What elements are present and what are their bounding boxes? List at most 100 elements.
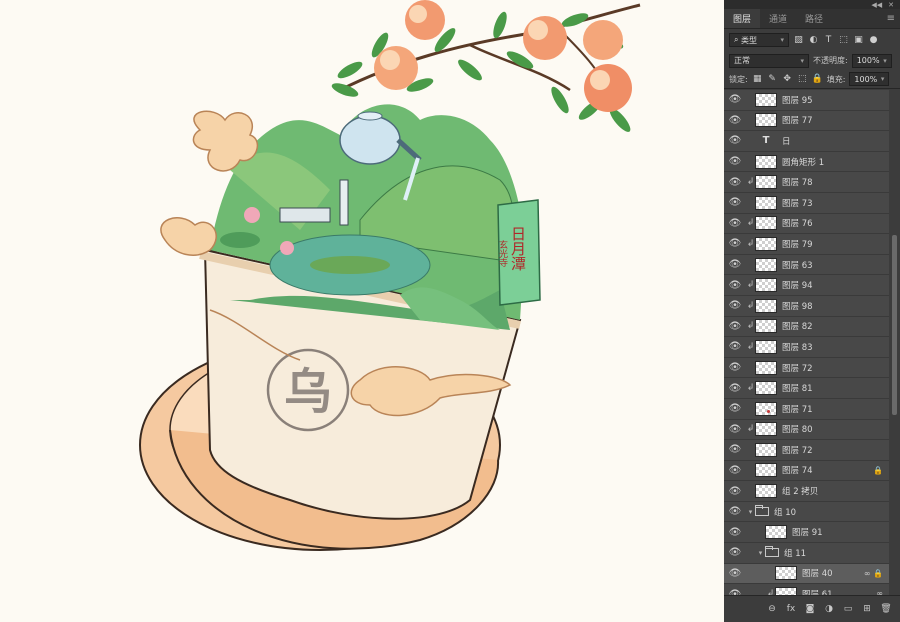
visibility-eye-icon[interactable]: 👁 [724, 403, 746, 414]
filter-smart-icon[interactable]: ▣ [853, 35, 864, 46]
layer-row[interactable]: 👁 ↲ 图层 79 [724, 234, 889, 255]
layer-name[interactable]: 图层 74 [782, 464, 813, 476]
layer-row[interactable]: 👁 ▾ 组 11 [724, 543, 889, 564]
layer-row[interactable]: 👁 ▾ 组 10 [724, 502, 889, 523]
group-expand-icon[interactable]: ▾ [756, 549, 765, 557]
filter-shape-icon[interactable]: ⬚ [838, 35, 849, 46]
lock-paint-icon[interactable]: ✎ [767, 74, 778, 85]
visibility-eye-icon[interactable]: 👁 [724, 321, 746, 332]
layer-row[interactable]: 👁 图层 73 [724, 193, 889, 214]
visibility-eye-icon[interactable]: 👁 [724, 444, 746, 455]
layer-name[interactable]: 图层 94 [782, 279, 813, 291]
layer-name[interactable]: 图层 95 [782, 94, 813, 106]
layer-name[interactable]: 日 [782, 135, 791, 147]
visibility-eye-icon[interactable]: 👁 [724, 115, 746, 126]
visibility-eye-icon[interactable]: 👁 [724, 527, 746, 538]
layer-row[interactable]: 👁 ↲ 图层 78 [724, 172, 889, 193]
layer-row[interactable]: 👁 图层 71 [724, 399, 889, 420]
new-group-icon[interactable]: ▭ [842, 604, 854, 614]
layer-name[interactable]: 圆角矩形 1 [782, 156, 824, 168]
layer-name[interactable]: 组 10 [774, 506, 796, 518]
layer-row[interactable]: 👁 组 2 拷贝 [724, 481, 889, 502]
fx-icon[interactable]: fx [785, 604, 797, 614]
layer-row[interactable]: 👁 图层 74 🔒 [724, 461, 889, 482]
tab-0[interactable]: 图层 [724, 9, 761, 28]
layer-scrollbar[interactable] [889, 90, 900, 595]
layer-name[interactable]: 图层 78 [782, 176, 813, 188]
visibility-eye-icon[interactable]: 👁 [724, 486, 746, 497]
layer-name[interactable]: 图层 73 [782, 197, 813, 209]
layer-name[interactable]: 图层 79 [782, 238, 813, 250]
layer-row[interactable]: 👁 图层 72 [724, 440, 889, 461]
layer-name[interactable]: 图层 61 [802, 588, 833, 595]
visibility-eye-icon[interactable]: 👁 [724, 568, 746, 579]
close-panel-icon[interactable]: ✕ [888, 1, 894, 9]
artwork-canvas[interactable]: 乌 日月潭 玄光寺 [0, 0, 724, 622]
filter-text-icon[interactable]: T [823, 35, 834, 46]
visibility-eye-icon[interactable]: 👁 [724, 177, 746, 188]
layer-name[interactable]: 图层 63 [782, 259, 813, 271]
layer-row[interactable]: 👁 T 日 [724, 131, 889, 152]
layer-row[interactable]: 👁 图层 91 [724, 522, 889, 544]
visibility-eye-icon[interactable]: 👁 [724, 238, 746, 249]
layer-name[interactable]: 图层 77 [782, 114, 813, 126]
lock-all-icon[interactable]: 🔒 [812, 74, 823, 85]
layer-row[interactable]: 👁 图层 77 [724, 111, 889, 132]
layer-name[interactable]: 图层 76 [782, 217, 813, 229]
layer-row[interactable]: 👁 图层 72 [724, 358, 889, 379]
layer-name[interactable]: 图层 72 [782, 362, 813, 374]
visibility-eye-icon[interactable]: 👁 [724, 383, 746, 394]
filter-toggle-icon[interactable]: ● [868, 35, 879, 46]
layer-name[interactable]: 组 2 拷贝 [782, 485, 818, 497]
layer-row[interactable]: 👁 ↲ 图层 82 [724, 317, 889, 338]
opacity-input[interactable]: 100% ▾ [851, 53, 892, 68]
layer-row[interactable]: 👁 ↲ 图层 94 [724, 275, 889, 296]
lock-artboard-icon[interactable]: ⬚ [797, 74, 808, 85]
new-layer-icon[interactable]: ⊞ [861, 604, 873, 614]
layer-row[interactable]: 👁 图层 63 [724, 255, 889, 276]
layer-name[interactable]: 图层 71 [782, 403, 813, 415]
add-mask-icon[interactable]: ◙ [804, 604, 816, 614]
visibility-eye-icon[interactable]: 👁 [724, 280, 746, 291]
filter-adjustment-icon[interactable]: ◐ [808, 35, 819, 46]
lock-move-icon[interactable]: ✥ [782, 74, 793, 85]
filter-type-select[interactable]: ⌕ 类型 ▾ [729, 33, 789, 47]
visibility-eye-icon[interactable]: 👁 [724, 424, 746, 435]
group-expand-icon[interactable]: ▾ [746, 508, 755, 516]
adjustment-layer-icon[interactable]: ◑ [823, 604, 835, 614]
layer-name[interactable]: 图层 98 [782, 300, 813, 312]
layer-name[interactable]: 图层 91 [792, 526, 823, 538]
layer-name[interactable]: 图层 83 [782, 341, 813, 353]
visibility-eye-icon[interactable]: 👁 [724, 135, 746, 146]
link-layers-icon[interactable]: ⊖ [766, 604, 778, 614]
visibility-eye-icon[interactable]: 👁 [724, 197, 746, 208]
visibility-eye-icon[interactable]: 👁 [724, 259, 746, 270]
visibility-eye-icon[interactable]: 👁 [724, 300, 746, 311]
visibility-eye-icon[interactable]: 👁 [724, 156, 746, 167]
lock-transparent-icon[interactable]: ▦ [752, 74, 763, 85]
delete-layer-icon[interactable]: 🗑 [880, 604, 892, 614]
fill-input[interactable]: 100% ▾ [849, 72, 890, 86]
layer-row[interactable]: 👁 ↲ 图层 98 [724, 296, 889, 317]
layer-name[interactable]: 图层 82 [782, 320, 813, 332]
panel-menu-icon[interactable]: ≡ [887, 13, 895, 24]
visibility-eye-icon[interactable]: 👁 [724, 218, 746, 229]
visibility-eye-icon[interactable]: 👁 [724, 465, 746, 476]
visibility-eye-icon[interactable]: 👁 [724, 94, 746, 105]
layer-row[interactable]: 👁 圆角矩形 1 [724, 152, 889, 173]
scrollbar-thumb[interactable] [892, 235, 897, 415]
blend-mode-select[interactable]: 正常 ▾ [729, 53, 809, 68]
layer-name[interactable]: 图层 81 [782, 382, 813, 394]
visibility-eye-icon[interactable]: 👁 [724, 506, 746, 517]
layer-row[interactable]: 👁 ↲ 图层 81 [724, 378, 889, 399]
layer-name[interactable]: 图层 72 [782, 444, 813, 456]
layer-name[interactable]: 图层 80 [782, 423, 813, 435]
layer-row[interactable]: 👁 图层 40 ∞ 🔒 [724, 563, 889, 585]
visibility-eye-icon[interactable]: 👁 [724, 341, 746, 352]
visibility-eye-icon[interactable]: 👁 [724, 362, 746, 373]
layer-name[interactable]: 组 11 [784, 547, 806, 559]
tab-2[interactable]: 路径 [796, 9, 832, 28]
collapse-icon[interactable]: ◀◀ [871, 1, 882, 9]
layer-row[interactable]: 👁↲图层 61∞ [724, 584, 889, 595]
layer-row[interactable]: 👁 ↲ 图层 76 [724, 214, 889, 235]
